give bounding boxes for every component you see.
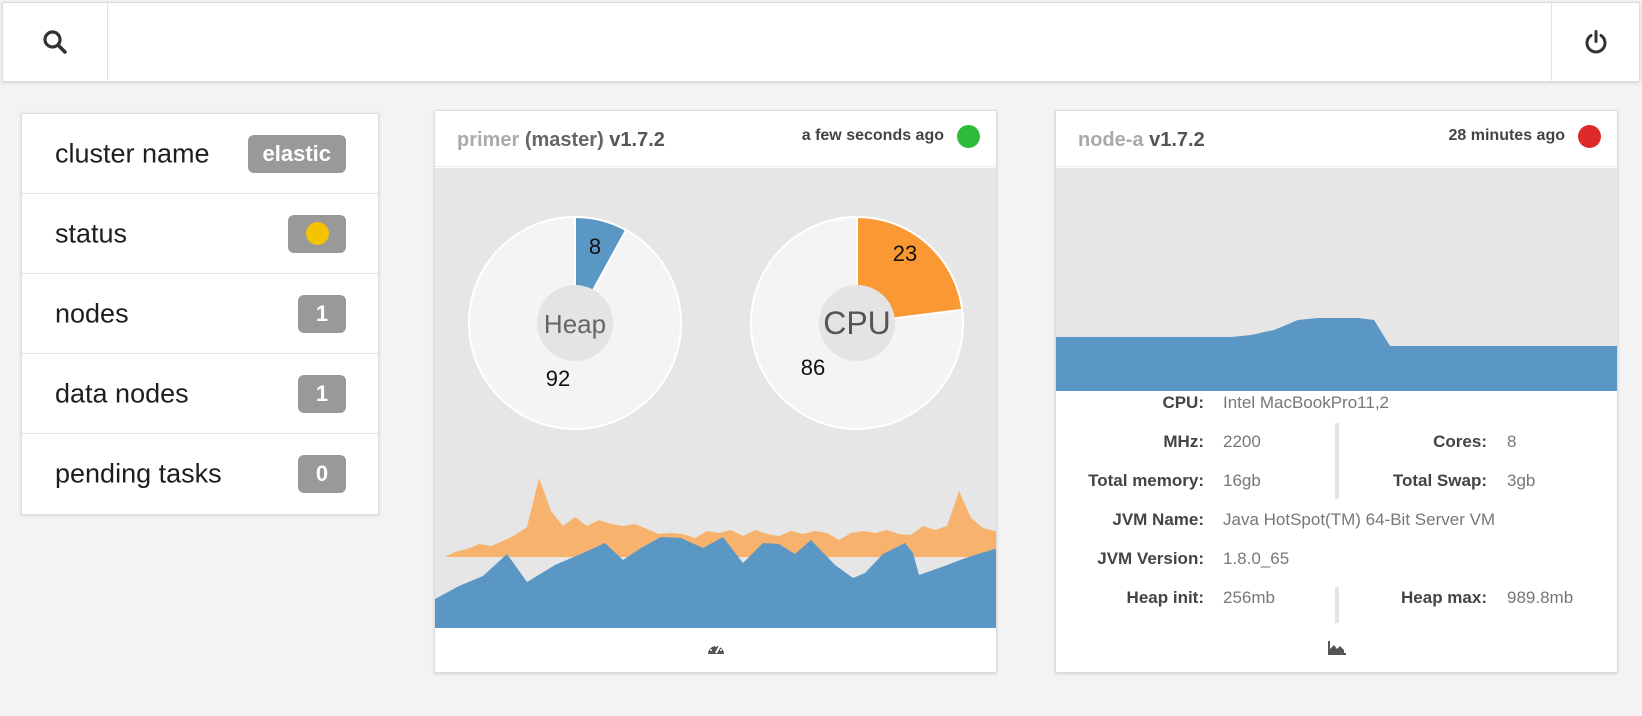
node-version: v1.7.2: [1149, 129, 1205, 151]
area-chart-icon: [1327, 641, 1346, 655]
total-memory-label: Total memory:: [1088, 471, 1204, 490]
status-badge: [288, 214, 346, 253]
node-updated-time: 28 minutes ago: [1448, 127, 1565, 144]
total-swap-label: Total Swap:: [1392, 471, 1487, 490]
node-version: v1.7.2: [609, 129, 665, 151]
cpu-label: CPU:: [1162, 393, 1204, 412]
node-gauges-svg: Heap 8 92 CPU 23 86: [435, 215, 996, 628]
node-dashboard-toggle[interactable]: [435, 624, 996, 672]
heap-used-value: 8: [589, 234, 601, 259]
search-input[interactable]: [109, 3, 1555, 81]
heap-max-label: Heap max:: [1401, 588, 1487, 607]
node-card-node-a: node-a v1.7.2 28 minutes ago CPU: Intel …: [1055, 110, 1618, 673]
cores-value: 8: [1507, 432, 1517, 451]
status-indicator: [305, 222, 329, 245]
node-name: node-a: [1078, 129, 1144, 151]
cores-label: Cores:: [1433, 432, 1487, 451]
status-row: status: [22, 194, 378, 274]
pending-tasks-label: pending tasks: [55, 458, 222, 489]
status-label: status: [55, 218, 128, 248]
jvm-version-value: 1.8.0_65: [1223, 549, 1290, 568]
data-nodes-badge: 1: [298, 374, 346, 413]
dashboard-icon: [707, 645, 724, 654]
node-history-toggle[interactable]: [1056, 624, 1617, 672]
node-updated-time: a few seconds ago: [801, 127, 944, 144]
cpu-gauge-label: CPU: [823, 305, 891, 341]
node-gauges-area: Heap 8 92 CPU 23 86: [435, 168, 996, 628]
node-history-svg: [1056, 318, 1617, 391]
heap-max-value: 989.8mb: [1507, 588, 1574, 607]
cluster-name-label: cluster name: [55, 138, 210, 168]
cpu-free-value: 86: [801, 355, 825, 380]
cpu-value: Intel MacBookPro11,2: [1223, 393, 1389, 412]
node-card-header: node-a v1.7.2 28 minutes ago: [1056, 111, 1617, 167]
heap-gauge-label: Heap: [544, 309, 606, 339]
info-divider: [1335, 423, 1339, 499]
node-card-primer: primer (master) v1.7.2 a few seconds ago…: [434, 110, 997, 673]
jvm-name-value: Java HotSpot(TM) 64-Bit Server VM: [1223, 510, 1496, 529]
search-icon: [43, 30, 67, 54]
heap-gauge: Heap 8 92: [468, 215, 682, 430]
total-memory-value: 16gb: [1223, 471, 1261, 490]
search-button[interactable]: [3, 3, 108, 81]
nodes-row: nodes 1: [22, 274, 378, 354]
cluster-name-row: cluster name elastic: [22, 114, 378, 194]
disconnect-button[interactable]: [1551, 3, 1639, 81]
node-title: node-a v1.7.2: [1078, 129, 1205, 152]
power-icon: [1585, 30, 1606, 54]
data-nodes-label: data nodes: [55, 378, 189, 408]
cpu-gauge: CPU 23 86: [750, 215, 964, 430]
mhz-label: MHz:: [1163, 432, 1204, 451]
nodes-label: nodes: [55, 298, 129, 328]
node-card-header: primer (master) v1.7.2 a few seconds ago: [435, 111, 996, 167]
mhz-value: 2200: [1223, 432, 1261, 451]
top-bar: [2, 2, 1640, 82]
heap-free-value: 92: [546, 366, 570, 391]
heap-init-value: 256mb: [1223, 588, 1275, 607]
node-state-indicator: [957, 125, 980, 148]
node-role: (master): [524, 129, 604, 151]
info-divider: [1335, 587, 1339, 623]
cluster-overview-panel: cluster name elastic status nodes 1 data…: [21, 113, 379, 515]
node-state-indicator: [1578, 125, 1601, 148]
cpu-used-value: 23: [893, 241, 917, 266]
jvm-name-label: JVM Name:: [1112, 510, 1204, 529]
nodes-badge: 1: [298, 294, 346, 333]
total-swap-value: 3gb: [1507, 471, 1536, 490]
pending-tasks-row: pending tasks 0: [22, 434, 378, 514]
heap-history-area: [1056, 318, 1617, 391]
node-title: primer (master) v1.7.2: [457, 129, 665, 152]
cluster-name-badge: elastic: [247, 134, 346, 173]
pending-tasks-badge: 0: [298, 455, 346, 493]
jvm-version-label: JVM Version:: [1097, 549, 1204, 568]
heap-init-label: Heap init:: [1126, 588, 1204, 607]
node-history-graph: [1056, 168, 1617, 391]
data-nodes-row: data nodes 1: [22, 354, 378, 434]
node-name: primer: [457, 129, 520, 151]
